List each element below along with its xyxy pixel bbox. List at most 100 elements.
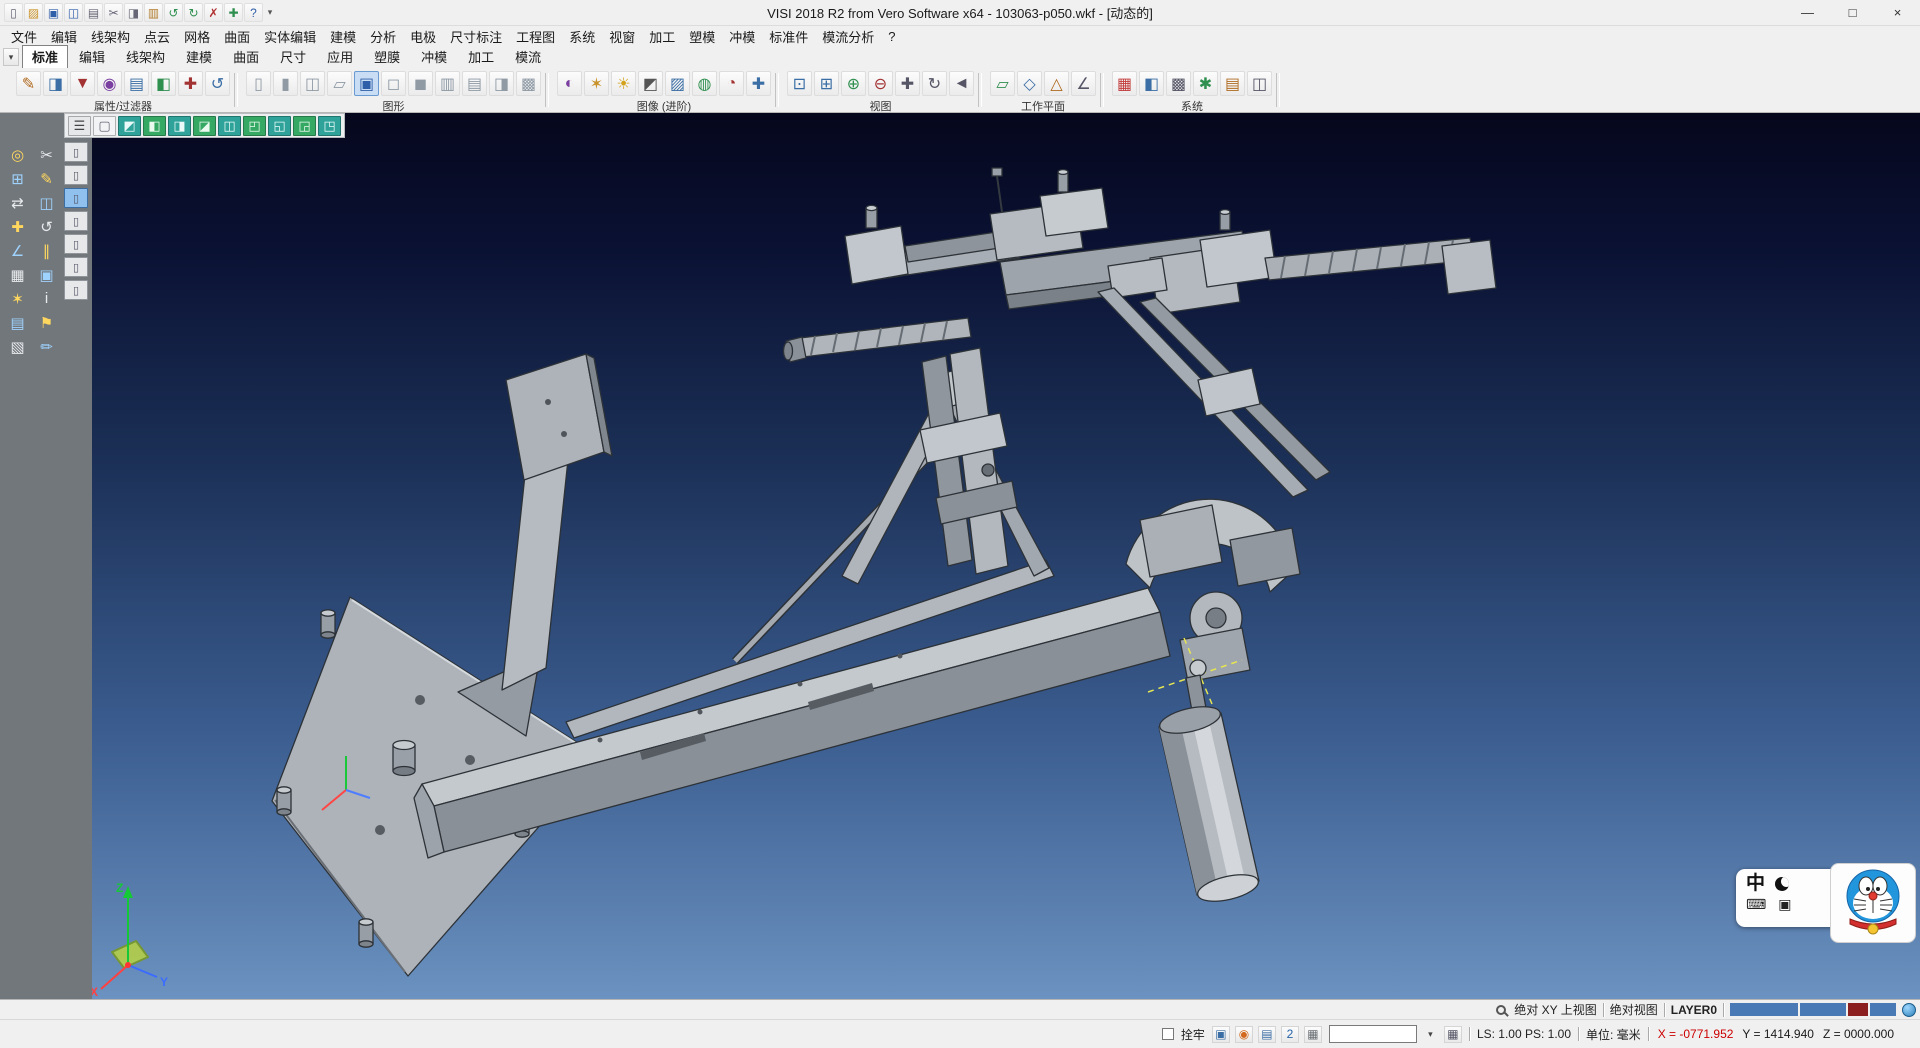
minimize-button[interactable]: —	[1785, 0, 1830, 25]
color-palette-icon[interactable]: ▦	[1112, 71, 1137, 96]
layer-color-1[interactable]	[1730, 1003, 1798, 1016]
workplane-angle-icon[interactable]: ∠	[1071, 71, 1096, 96]
trim-tool-icon[interactable]: ✂	[33, 143, 60, 166]
menu-item[interactable]: 标准件	[762, 26, 815, 47]
menu-item[interactable]: 系统	[562, 26, 602, 47]
lock-checkbox-icon[interactable]	[1162, 1028, 1174, 1040]
viewport-pane-7-button[interactable]: ▯	[64, 280, 88, 300]
layer-color-4[interactable]	[1870, 1003, 1896, 1016]
zoom-in-icon[interactable]: ⊕	[841, 71, 866, 96]
center-tower[interactable]	[920, 348, 1017, 574]
materials-icon[interactable]: ✶	[584, 71, 609, 96]
dashed-hidden-display-icon[interactable]: ◫	[300, 71, 325, 96]
menu-item[interactable]: 冲模	[722, 26, 762, 47]
reset-filter-icon[interactable]: ↺	[205, 71, 230, 96]
zoom-2d-icon[interactable]: 2	[1281, 1026, 1299, 1043]
view-mode-label[interactable]: 绝对视图	[1610, 1001, 1658, 1018]
save-icon[interactable]: ▣	[44, 3, 63, 22]
transparent-display-icon[interactable]: ◼	[408, 71, 433, 96]
rotate-tool-icon[interactable]: ↺	[33, 215, 60, 238]
toolbar-tab[interactable]: 标准	[22, 45, 68, 69]
undo-icon[interactable]: ↺	[164, 3, 183, 22]
grid-select-icon[interactable]: ▦	[1444, 1026, 1462, 1043]
add-filter-icon[interactable]: ✚	[178, 71, 203, 96]
array-tool-icon[interactable]: ▦	[4, 263, 31, 286]
render-advanced-icon[interactable]: ◐	[557, 71, 582, 96]
viewport-pane-1-button[interactable]: ▯	[64, 142, 88, 162]
workplane-3points-icon[interactable]: △	[1044, 71, 1069, 96]
toolbar-tab[interactable]: 建模	[176, 45, 222, 69]
texture-icon[interactable]: ▨	[665, 71, 690, 96]
open-file-icon[interactable]: ▨	[24, 3, 43, 22]
wireframe-display-icon[interactable]: ▯	[246, 71, 271, 96]
workplane-toggle-icon[interactable]: ▢	[93, 116, 116, 136]
mirror-tool-icon[interactable]: ◫	[33, 191, 60, 214]
calculator-icon[interactable]: ▩	[1166, 71, 1191, 96]
toolbar-tab[interactable]: 曲面	[223, 45, 269, 69]
toolbar-tab[interactable]: 加工	[458, 45, 504, 69]
layer-dropdown-icon[interactable]: ▾	[1424, 1029, 1437, 1040]
sketch-tool-icon[interactable]: ✎	[33, 167, 60, 190]
quick-access-overflow-icon[interactable]: ▾	[263, 7, 277, 18]
zoom-window-icon[interactable]: ⊡	[787, 71, 812, 96]
database-icon[interactable]: ▤	[1220, 71, 1245, 96]
regen-icon[interactable]: ✚	[224, 3, 243, 22]
zoom-tool-icon[interactable]: ◎	[4, 143, 31, 166]
menu-item[interactable]: 工程图	[509, 26, 562, 47]
maximize-button[interactable]: □	[1830, 0, 1875, 25]
note-tool-icon[interactable]: ✏	[33, 335, 60, 358]
lock-label[interactable]: 拴牢	[1181, 1026, 1205, 1043]
group-tool-icon[interactable]: ▣	[33, 263, 60, 286]
menu-item[interactable]: 点云	[137, 26, 177, 47]
viewport-pane-2-button[interactable]: ▯	[64, 165, 88, 185]
toolbar-tab[interactable]: 模流	[505, 45, 551, 69]
cylinder[interactable]	[1157, 660, 1261, 906]
toolbar-tab[interactable]: 线架构	[116, 45, 175, 69]
menu-item[interactable]: 视窗	[602, 26, 642, 47]
shaded-edges-display-icon[interactable]: ▣	[354, 71, 379, 96]
lighting-icon[interactable]: ☀	[611, 71, 636, 96]
snapshot-icon[interactable]: ✚	[746, 71, 771, 96]
clamp-assembly[interactable]	[784, 168, 1497, 497]
menu-item[interactable]: 线架构	[84, 26, 137, 47]
match-attributes-icon[interactable]: ◨	[43, 71, 68, 96]
exposure-icon[interactable]: ◔	[719, 71, 744, 96]
draft-display-icon[interactable]: ◨	[489, 71, 514, 96]
paste-icon[interactable]: ▥	[144, 3, 163, 22]
status-orb-icon[interactable]	[1902, 1003, 1916, 1017]
view-orientation-label[interactable]: 绝对 XY 上视图	[1514, 1001, 1596, 1018]
menu-item[interactable]: 实体编辑	[257, 26, 323, 47]
viewport-pane-4-button[interactable]: ▯	[64, 211, 88, 231]
back-view-icon[interactable]: ◰	[243, 116, 266, 136]
layer-select-input[interactable]	[1329, 1025, 1417, 1043]
menu-item[interactable]: 文件	[4, 26, 44, 47]
viewport-pane-6-button[interactable]: ▯	[64, 257, 88, 277]
ime-keyboard-icon[interactable]: ⌨	[1746, 896, 1766, 913]
offset-tool-icon[interactable]: ∥	[33, 239, 60, 262]
view-menu-icon[interactable]: ☰	[68, 116, 91, 136]
3d-model[interactable]: Z X Y	[92, 113, 1920, 999]
toolbar-tab[interactable]: 编辑	[69, 45, 115, 69]
pan-view-icon[interactable]: ✚	[895, 71, 920, 96]
save-all-icon[interactable]: ◫	[64, 3, 83, 22]
explode-tool-icon[interactable]: ✶	[4, 287, 31, 310]
edit-attributes-icon[interactable]: ✎	[16, 71, 41, 96]
snap-settings-icon[interactable]: ▦	[1304, 1026, 1322, 1043]
swap-tool-icon[interactable]: ⇄	[4, 191, 31, 214]
workplane-standard-icon[interactable]: ▱	[990, 71, 1015, 96]
menu-item[interactable]: 分析	[363, 26, 403, 47]
filter-icon[interactable]: ▼	[70, 71, 95, 96]
ime-fullwidth-moon-icon[interactable]	[1775, 877, 1789, 891]
render-display-icon[interactable]: ▩	[516, 71, 541, 96]
image-browser-icon[interactable]: ◉	[1235, 1026, 1253, 1043]
ime-toolbox-icon[interactable]: ▣	[1778, 896, 1791, 913]
toolbar-tab[interactable]: 尺寸	[270, 45, 316, 69]
menu-item[interactable]: 网格	[177, 26, 217, 47]
menu-item[interactable]: 尺寸标注	[443, 26, 509, 47]
viewport-pane-3-button[interactable]: ▯	[64, 188, 88, 208]
menu-item[interactable]: ?	[881, 28, 902, 45]
menu-item[interactable]: 编辑	[44, 26, 84, 47]
bottom-view-icon[interactable]: ◱	[268, 116, 291, 136]
settings-icon[interactable]: ✱	[1193, 71, 1218, 96]
flag-tool-icon[interactable]: ⚑	[33, 311, 60, 334]
